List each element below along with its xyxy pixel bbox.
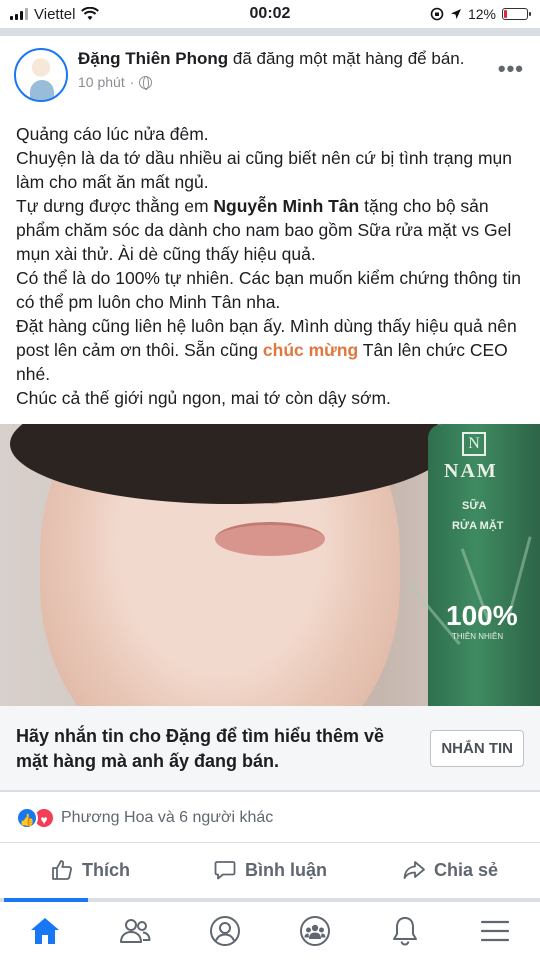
battery-percent: 12% <box>467 6 496 22</box>
post-meta: 10 phút · <box>78 74 468 90</box>
reactions-summary[interactable]: 👍 ♥ Phương Hoa và 6 người khác <box>16 800 273 836</box>
post-line: Tự dưng được thằng em Nguyễn Minh Tân tặ… <box>16 194 526 266</box>
like-reaction-icon: 👍 <box>16 807 38 829</box>
post-timestamp[interactable]: 10 phút <box>78 74 125 90</box>
groups-icon <box>300 916 330 946</box>
status-right: 12% <box>430 6 531 22</box>
message-cta: Hãy nhắn tin cho Đặng để tìm hiểu thêm v… <box>0 706 540 792</box>
highlight-text: chúc mừng <box>262 340 359 360</box>
wifi-icon <box>81 7 100 20</box>
signal-icon <box>10 8 28 20</box>
share-label: Chia sẻ <box>433 859 499 880</box>
more-icon[interactable]: ••• <box>498 56 524 82</box>
meta-dot: · <box>129 74 135 90</box>
nav-friends[interactable] <box>90 902 180 960</box>
product-tube: N NAM SỮA RỬA MẶT 100% THIÊN NHIÊN <box>406 424 540 706</box>
avatar[interactable] <box>14 48 68 102</box>
divider <box>0 842 540 843</box>
post-header-text: Đặng Thiên Phong đã đăng một mặt hàng để… <box>78 48 468 108</box>
author-name[interactable]: Đặng Thiên Phong <box>78 49 228 68</box>
post-action-text: đã đăng một mặt hàng để bán. <box>232 49 465 68</box>
nav-profile[interactable] <box>180 902 270 960</box>
reactions-text: Phương Hoa và 6 người khác <box>61 809 274 826</box>
post-body: Quảng cáo lúc nửa đêm. Chuyện là da tớ d… <box>16 122 526 410</box>
nav-menu[interactable] <box>450 902 540 960</box>
message-button[interactable]: NHẮN TIN <box>430 730 524 767</box>
rotation-lock-icon <box>430 7 444 21</box>
product-percent-sub: THIÊN NHIÊN <box>452 632 504 641</box>
feed-separator <box>0 28 540 36</box>
nav-notifications[interactable] <box>360 902 450 960</box>
status-bar: Viettel 00:02 12% <box>0 0 540 28</box>
share-button[interactable]: Chia sẻ <box>360 846 540 894</box>
like-label: Thích <box>82 859 130 880</box>
product-percent: 100% <box>446 600 518 631</box>
post-photo[interactable]: N NAM SỮA RỬA MẶT 100% THIÊN NHIÊN <box>0 424 540 706</box>
thumbs-up-icon <box>52 860 72 880</box>
post-line: Chuyện là da tớ dầu nhiều ai cũng biết n… <box>16 148 513 192</box>
share-icon <box>403 861 425 879</box>
globe-icon <box>139 75 153 90</box>
post-line: Chúc cả thế giới ngủ ngon, mai tớ còn dậ… <box>16 388 391 408</box>
post-text-segment: Tự dưng được thằng em <box>16 196 214 216</box>
cta-text: Hãy nhắn tin cho Đặng để tìm hiểu thêm v… <box>16 725 385 771</box>
divider <box>0 790 540 791</box>
nav-home[interactable] <box>0 902 90 960</box>
product-name-line2: RỬA MẶT <box>452 520 504 532</box>
post-line: Quảng cáo lúc nửa đêm. <box>16 124 209 144</box>
lips <box>215 522 325 556</box>
nav-groups[interactable] <box>270 902 360 960</box>
carrier-name: Viettel <box>34 5 76 23</box>
post-header: Đặng Thiên Phong đã đăng một mặt hàng để… <box>0 36 540 120</box>
like-button[interactable]: Thích <box>0 846 180 894</box>
post-title: Đặng Thiên Phong đã đăng một mặt hàng để… <box>78 48 468 70</box>
product-name-line1: SỮA <box>462 500 487 512</box>
bottom-nav <box>0 902 540 960</box>
post-line: Đặt hàng cũng liên hệ luôn bạn ấy. Mình … <box>16 314 526 386</box>
friends-icon <box>120 919 151 943</box>
brand-name: NAM <box>444 460 498 482</box>
status-left: Viettel <box>10 5 100 23</box>
menu-icon <box>480 920 510 942</box>
post-line: Có thể là do 100% tự nhiên. Các bạn muốn… <box>16 268 521 312</box>
battery-icon <box>502 8 531 20</box>
home-icon <box>31 918 59 944</box>
post-actions: Thích Bình luận Chia sẻ <box>0 846 540 894</box>
notifications-icon <box>393 917 417 946</box>
brand-logo: N <box>462 432 486 456</box>
comment-icon <box>214 861 236 880</box>
comment-button[interactable]: Bình luận <box>180 846 360 894</box>
mention-link[interactable]: Nguyễn Minh Tân <box>213 196 359 216</box>
profile-icon <box>210 916 240 946</box>
comment-label: Bình luận <box>245 859 327 880</box>
battery-level <box>504 10 507 18</box>
location-icon <box>450 9 461 19</box>
